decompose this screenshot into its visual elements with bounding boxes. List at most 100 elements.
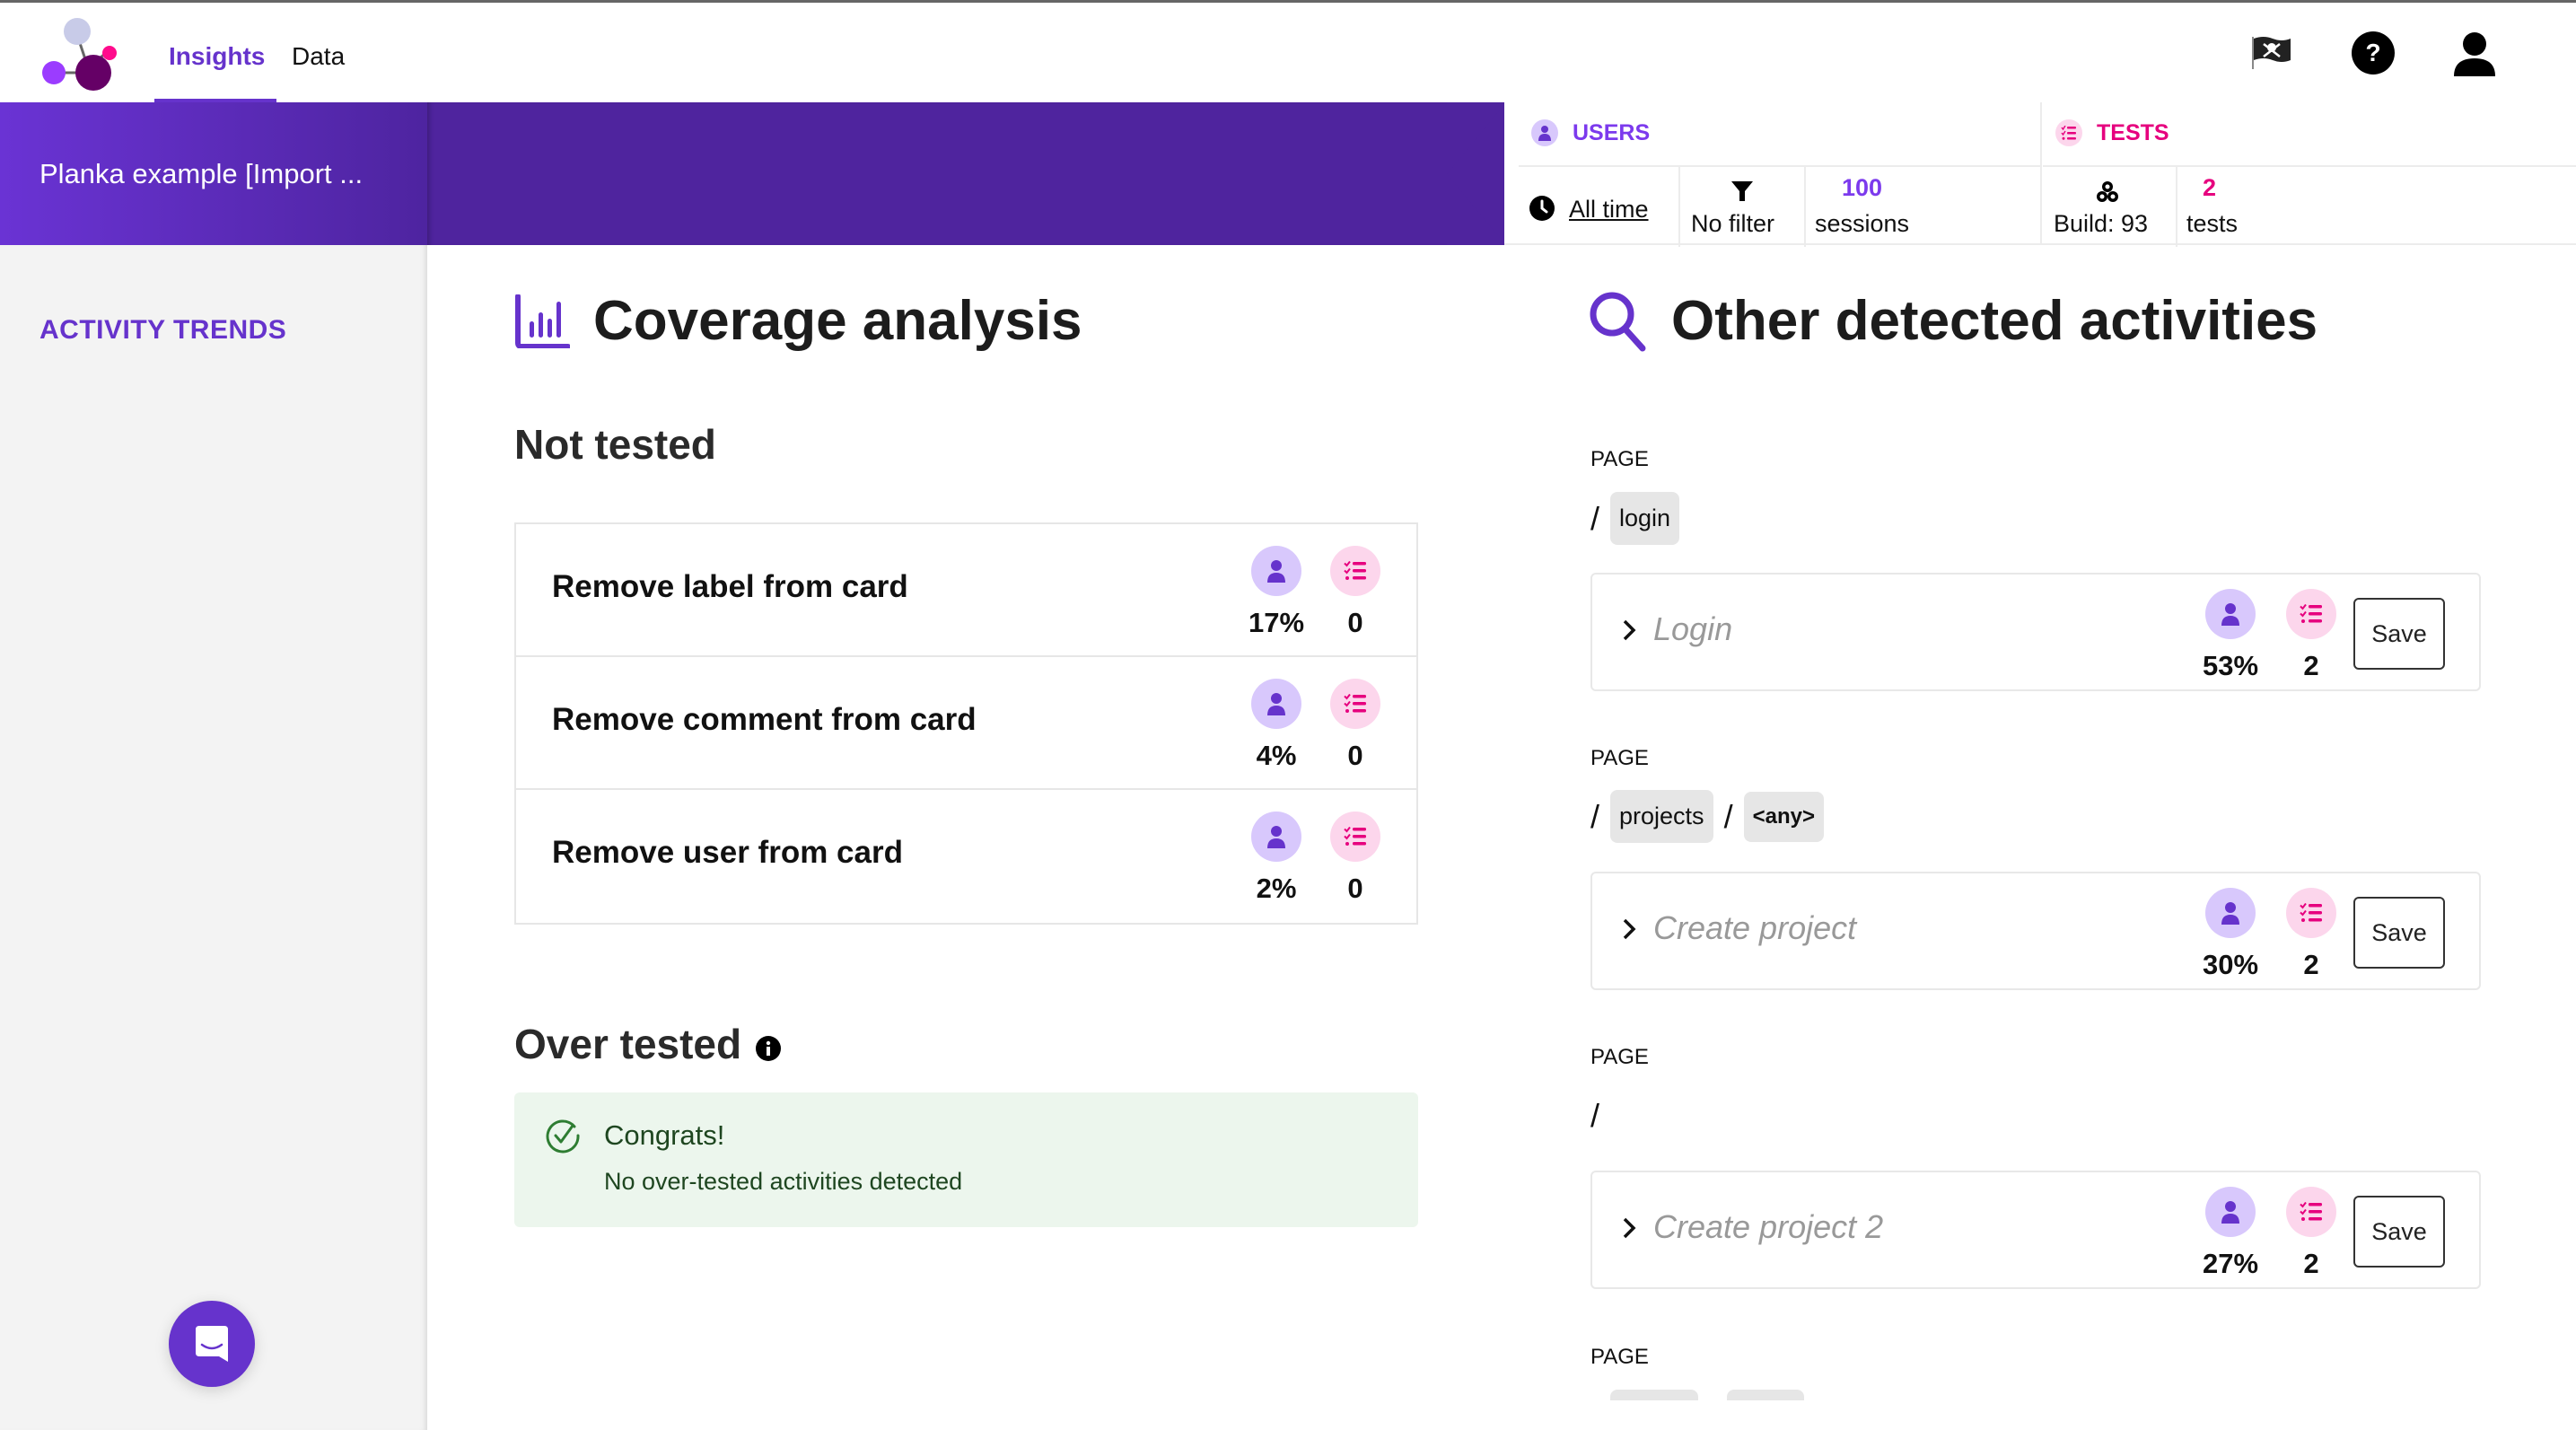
sessions-stat: 100 sessions xyxy=(1806,167,2042,247)
activity-name[interactable]: Create project xyxy=(1653,909,1856,947)
tests-count: 2 xyxy=(2203,174,2217,201)
tests-count: 2 xyxy=(2303,1248,2319,1279)
filter-selector[interactable]: No filter xyxy=(1680,167,1806,247)
tests-metric: 2 xyxy=(2280,1187,2343,1280)
tests-count: 2 xyxy=(2303,949,2319,980)
page-path: / login xyxy=(1590,492,1680,545)
coverage-analysis-title: Coverage analysis xyxy=(593,290,1082,352)
not-tested-heading: Not tested xyxy=(514,420,716,469)
user-icon xyxy=(1251,679,1301,729)
filter-value[interactable]: No filter xyxy=(1691,210,1774,238)
tests-count: 2 xyxy=(2303,650,2319,681)
time-range-value[interactable]: All time xyxy=(1569,196,1649,224)
page-label: PAGE xyxy=(1590,746,1649,770)
users-label: USERS xyxy=(1573,119,1651,145)
tests-stat: 2 tests xyxy=(2177,167,2576,247)
save-button[interactable]: Save xyxy=(2353,598,2445,670)
tests-label: TESTS xyxy=(2097,119,2169,145)
save-button[interactable]: Save xyxy=(2353,1196,2445,1268)
path-separator: / xyxy=(1590,797,1600,835)
tab-insights[interactable]: Insights xyxy=(169,42,265,71)
test-list-icon xyxy=(1330,679,1380,729)
users-metric: 53% xyxy=(2199,589,2262,682)
not-tested-row[interactable]: Remove comment from card 4% 0 xyxy=(516,657,1416,790)
users-metric: 2% xyxy=(1245,812,1308,905)
band-background xyxy=(427,102,1504,245)
build-value[interactable]: Build: 93 xyxy=(2054,210,2148,238)
users-metric: 4% xyxy=(1245,679,1308,772)
activity-card[interactable]: Create project 2 27% 2 Save xyxy=(1590,1171,2481,1289)
search-icon xyxy=(1590,292,1646,351)
band-arrow-shape xyxy=(1447,102,1506,245)
user-icon xyxy=(2205,888,2256,938)
congrats-title: Congrats! xyxy=(604,1119,725,1151)
sessions-count: 100 xyxy=(1842,174,1883,201)
user-icon xyxy=(2205,1187,2256,1237)
user-icon xyxy=(1251,812,1301,862)
tests-count: 0 xyxy=(1347,740,1363,771)
bar-chart-icon xyxy=(515,294,570,348)
app-logo-icon[interactable] xyxy=(38,15,127,96)
tests-count: 0 xyxy=(1347,607,1363,638)
info-icon[interactable] xyxy=(756,1036,782,1061)
users-percent: 30% xyxy=(2202,949,2259,980)
top-navigation-bar: Insights Data ? xyxy=(0,0,2576,106)
not-tested-row[interactable]: Remove user from card 2% 0 xyxy=(516,790,1416,923)
congrats-message: No over-tested activities detected xyxy=(604,1168,963,1195)
users-percent: 4% xyxy=(1256,740,1297,771)
coverage-analysis-heading: Coverage analysis xyxy=(514,289,1082,353)
time-range-selector[interactable]: All time xyxy=(1519,167,1680,247)
filter-icon xyxy=(1731,181,1753,201)
path-segment: login xyxy=(1610,492,1680,545)
sessions-label: sessions xyxy=(1815,210,1910,237)
chat-support-button[interactable] xyxy=(169,1301,255,1387)
chevron-right-icon[interactable] xyxy=(1619,911,1641,947)
path-segment: projects xyxy=(1610,790,1713,843)
account-icon[interactable] xyxy=(2452,31,2497,76)
page-path: / xyxy=(1590,1097,1599,1135)
users-percent: 27% xyxy=(2202,1248,2259,1279)
users-stats-row: All time No filter 100 sessions xyxy=(1519,165,2042,247)
tests-count-label: tests xyxy=(2186,210,2239,237)
tests-metric: 0 xyxy=(1324,546,1387,639)
build-selector[interactable]: Build: 93 xyxy=(2043,167,2177,247)
tests-stats-row: Build: 93 2 tests xyxy=(2043,165,2576,247)
activity-name[interactable]: Create project 2 xyxy=(1653,1208,1883,1246)
project-title[interactable]: Planka example [Import ... xyxy=(39,158,363,190)
tests-metric: 0 xyxy=(1324,812,1387,905)
over-tested-title: Over tested xyxy=(514,1021,742,1067)
pirate-flag-icon[interactable] xyxy=(2251,35,2292,71)
activity-card[interactable]: Create project 30% 2 Save xyxy=(1590,872,2481,990)
sidebar-item-activity-trends[interactable]: ACTIVITY TRENDS xyxy=(39,315,286,346)
test-list-icon xyxy=(2286,1187,2336,1237)
activity-card[interactable]: Login 53% 2 Save xyxy=(1590,573,2481,691)
check-circle-icon xyxy=(546,1119,580,1154)
project-header-band: Planka example [Import ... USERS All tim… xyxy=(0,102,2576,247)
tests-metric: 2 xyxy=(2280,888,2343,981)
users-percent: 53% xyxy=(2202,650,2259,681)
activity-name: Remove user from card xyxy=(552,835,903,870)
user-icon xyxy=(2205,589,2256,639)
users-percent: 2% xyxy=(1256,873,1297,904)
chevron-right-icon[interactable] xyxy=(1619,612,1641,648)
users-percent: 17% xyxy=(1248,607,1305,638)
users-metric: 17% xyxy=(1245,546,1308,639)
activity-name[interactable]: Login xyxy=(1653,610,1732,648)
help-icon[interactable]: ? xyxy=(2352,31,2395,75)
not-tested-row[interactable]: Remove label from card 17% 0 xyxy=(516,524,1416,657)
users-stats: USERS All time No filter 100 sessions xyxy=(1519,102,2042,247)
chevron-right-icon[interactable] xyxy=(1619,1210,1641,1246)
path-separator: / xyxy=(1590,499,1600,537)
test-list-icon xyxy=(2286,888,2336,938)
clock-icon xyxy=(1529,196,1555,221)
save-button[interactable]: Save xyxy=(2353,897,2445,969)
project-selector[interactable]: Planka example [Import ... xyxy=(0,102,427,245)
tests-count: 0 xyxy=(1347,873,1363,904)
page-label: PAGE xyxy=(1590,1345,1649,1369)
users-header: USERS xyxy=(1531,117,1650,149)
test-list-icon xyxy=(1330,546,1380,596)
path-segment-partial xyxy=(1727,1390,1804,1400)
tab-data[interactable]: Data xyxy=(292,42,345,71)
users-metric: 30% xyxy=(2199,888,2262,981)
other-activities-heading: Other detected activities xyxy=(1589,289,2318,353)
